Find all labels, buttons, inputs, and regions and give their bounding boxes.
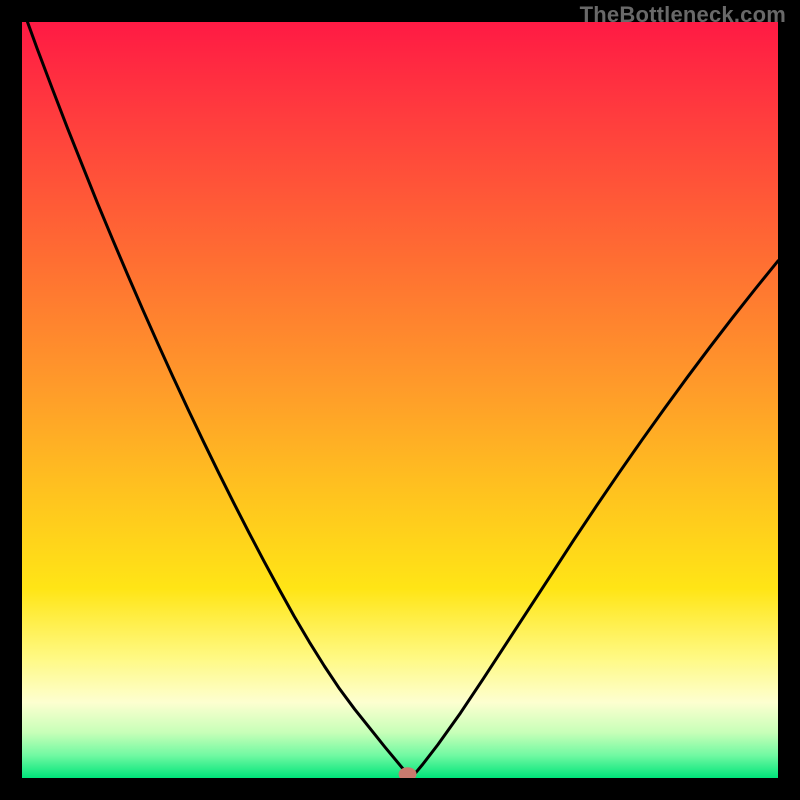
bottleneck-chart <box>22 22 778 778</box>
gradient-background <box>22 22 778 778</box>
chart-frame: TheBottleneck.com <box>0 0 800 800</box>
